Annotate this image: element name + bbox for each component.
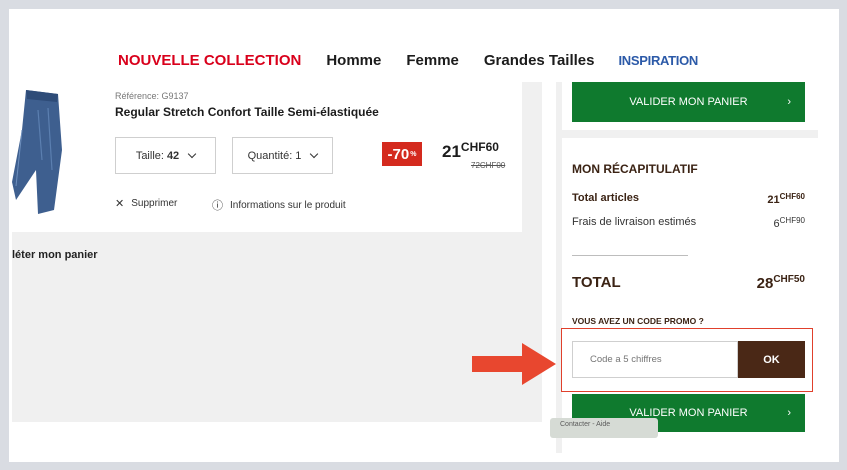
- quantity-value: 1: [295, 149, 302, 162]
- discount-unit: %: [410, 150, 417, 158]
- total-articles-amount: 21CHF60: [767, 192, 805, 206]
- nav-femme[interactable]: Femme: [406, 52, 459, 69]
- product-info-link[interactable]: ⓘ Informations sur le produit: [212, 197, 346, 213]
- price-int: 21: [442, 142, 461, 161]
- quantity-select[interactable]: Quantité: 1: [232, 137, 333, 174]
- discount-value: -70: [387, 145, 410, 163]
- product-price: 21CHF60: [442, 140, 499, 162]
- promo-question: VOUS AVEZ UN CODE PROMO ?: [572, 316, 704, 326]
- total-amount: 28CHF50: [756, 274, 805, 292]
- price-dec: CHF60: [460, 140, 499, 154]
- old-price: 72CHF00: [471, 161, 506, 170]
- remove-label: Supprimer: [131, 198, 178, 209]
- shipping-amount: 6CHF90: [773, 216, 805, 230]
- quantity-label: Quantité:: [247, 149, 293, 162]
- product-reference: Référence: G9137: [115, 91, 189, 101]
- product-name[interactable]: Regular Stretch Confort Taille Semi-élas…: [115, 105, 379, 119]
- discount-badge: -70%: [382, 142, 422, 166]
- chevron-down-icon: [310, 149, 319, 158]
- promo-ok-button[interactable]: OK: [738, 341, 805, 378]
- nav-inspiration[interactable]: INSPIRATION: [619, 53, 699, 68]
- jeans-image[interactable]: [12, 90, 64, 215]
- help-tooltip[interactable]: Contacter - Aide: [550, 418, 658, 438]
- continue-shopping-link[interactable]: léter mon panier: [12, 249, 132, 261]
- chevron-right-icon: ›: [787, 407, 791, 419]
- chevron-right-icon: ›: [787, 96, 791, 108]
- shipping-row: Frais de livraison estimés 6CHF90: [572, 216, 805, 230]
- info-label: Informations sur le produit: [230, 199, 346, 211]
- size-value: 42: [166, 149, 180, 162]
- remove-button[interactable]: ✕ Supprimer: [115, 197, 177, 210]
- shipping-label: Frais de livraison estimés: [572, 216, 697, 228]
- nav-grandes-tailles[interactable]: Grandes Tailles: [484, 52, 595, 69]
- summary-title: MON RÉCAPITULATIF: [572, 162, 698, 176]
- arrow-right-icon: [472, 343, 556, 385]
- size-select[interactable]: Taille: 42: [115, 137, 216, 174]
- total-articles-label: Total articles: [572, 192, 640, 204]
- size-label: Taille:: [135, 149, 164, 162]
- validate-cart-button-top[interactable]: VALIDER MON PANIER ›: [572, 82, 805, 122]
- nav-nouvelle-collection[interactable]: NOUVELLE COLLECTION: [118, 52, 301, 69]
- summary-separator: [572, 255, 688, 256]
- validate-label: VALIDER MON PANIER: [629, 96, 748, 108]
- section-divider: [556, 130, 818, 138]
- close-icon: ✕: [115, 198, 125, 210]
- chevron-down-icon: [187, 149, 197, 158]
- total-articles-row: Total articles 21CHF60: [572, 192, 805, 206]
- total-label: TOTAL: [572, 274, 621, 291]
- total-row: TOTAL 28CHF50: [572, 274, 805, 292]
- nav-homme[interactable]: Homme: [326, 52, 381, 69]
- info-icon: ⓘ: [212, 200, 223, 212]
- promo-code-input[interactable]: [572, 341, 738, 378]
- main-nav: NOUVELLE COLLECTION Homme Femme Grandes …: [118, 50, 723, 70]
